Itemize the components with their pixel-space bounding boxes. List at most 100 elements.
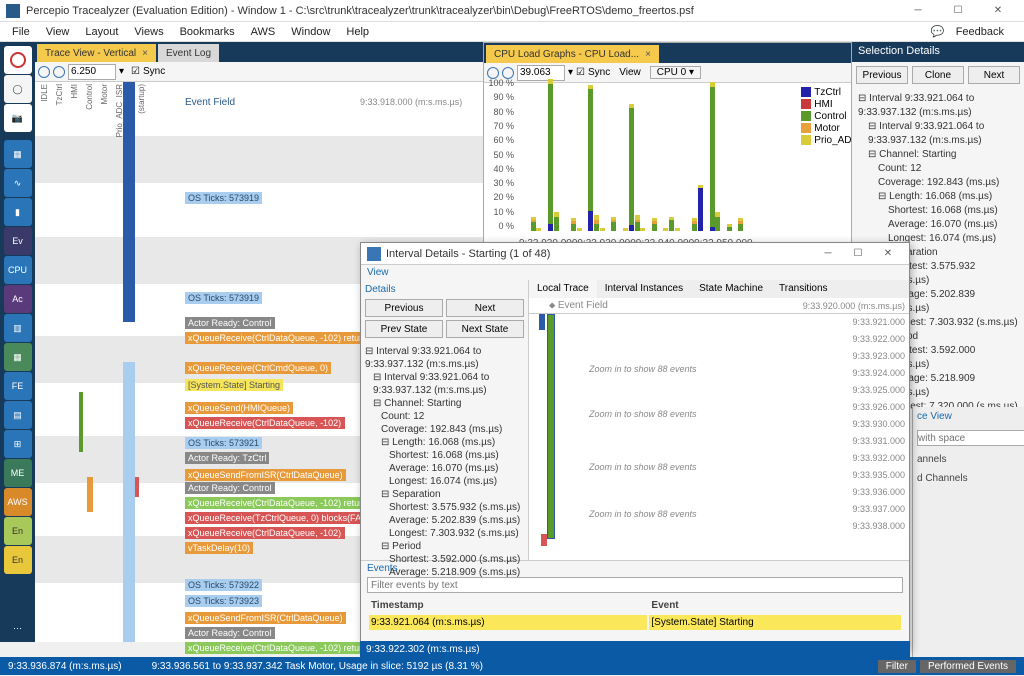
evt-qr1[interactable]: xQueueReceive(CtrlDataQueue, -102) retur… [185,332,385,344]
previous-button[interactable]: Previous [365,299,443,317]
tab-instances[interactable]: Interval Instances [597,280,691,298]
cpu-chart[interactable]: 0 %10 %20 %30 %40 %50 %60 %70 %80 %90 %1… [484,83,885,251]
circle-icon[interactable]: ◯ [4,75,32,103]
tool-grid[interactable]: ▦ [4,140,32,168]
minimize-button[interactable]: ─ [813,248,843,259]
tool-block[interactable]: ▮ [4,198,32,226]
next-button[interactable]: Next [446,299,524,317]
evt-qr4[interactable]: xQueueReceive(CtrlDataQueue, -102) retur… [185,497,385,509]
tool-seldep[interactable]: ▦ [4,343,32,371]
dialog-statusbar: 9:33.922.302 (m:s.ms.µs) [360,641,910,657]
evt-os5[interactable]: OS Ticks: 573923 [185,595,262,607]
record-icon[interactable] [4,46,32,74]
evt-os2[interactable]: OS Ticks: 573919 [185,292,262,304]
close-icon[interactable]: × [645,49,651,60]
mini-bar-control [547,314,555,539]
tool-cpu[interactable]: CPU [4,256,32,284]
tool-actor[interactable]: Ac [4,285,32,313]
evt-ready4[interactable]: Actor Ready: Control [185,627,275,639]
tab-local-trace[interactable]: Local Trace [529,280,597,298]
minimize-button[interactable]: ─ [898,1,938,21]
tool-mem[interactable]: ME [4,459,32,487]
filter-events-input[interactable] [367,577,903,593]
dialog-title: Interval Details - Starting (1 of 48) [386,248,813,260]
next-button[interactable]: Next [968,66,1020,84]
trace-bar-red [135,477,139,497]
dropdown-icon[interactable]: ▾ [568,67,573,78]
evt-qr2[interactable]: xQueueReceive(CtrlCmdQueue, 0) [185,362,331,374]
close-button[interactable]: ✕ [873,248,903,259]
clone-button[interactable]: Clone [912,66,964,84]
filter-input[interactable] [917,430,1024,446]
tab-trace[interactable]: Trace View - Vertical× [37,44,156,62]
tool-aws[interactable]: AWS [4,488,32,516]
previous-button[interactable]: Previous [856,66,908,84]
evt-ready2[interactable]: Actor Ready: TzCtrl [185,452,269,464]
evt-qr7[interactable]: xQueueReceive(CtrlDataQueue, -102) retur… [185,642,385,654]
zoom-out-icon[interactable] [502,67,514,79]
tool-bars[interactable]: ▥ [4,314,32,342]
menu-window[interactable]: Window [283,26,338,38]
filter-button[interactable]: Filter [878,660,916,673]
next-state-button[interactable]: Next State [446,320,524,338]
tool-more[interactable]: ⋯ [4,614,32,642]
menu-view[interactable]: View [38,26,78,38]
trace-bar-green [79,392,83,452]
zoom-in-icon[interactable] [487,67,499,79]
selection-title: Selection Details [852,42,1024,62]
evt-os1[interactable]: OS Ticks: 573919 [185,192,262,204]
evt-qr5[interactable]: xQueueReceive(TzCtrlQueue, 0) blocks(FAI… [185,512,375,524]
evt-ready1[interactable]: Actor Ready: Control [185,317,275,329]
maximize-button[interactable]: ☐ [843,248,873,259]
right-panel-fragment: ce View × annels d Channels [912,407,1024,675]
tab-transitions[interactable]: Transitions [771,280,836,298]
menu-bookmarks[interactable]: Bookmarks [172,26,243,38]
evt-qs[interactable]: xQueueSend(HMIQueue) [185,402,293,414]
evt-ready3[interactable]: Actor Ready: Control [185,482,275,494]
window-title: Percepio Tracealyzer (Evaluation Edition… [26,5,898,17]
menu-help[interactable]: Help [338,26,377,38]
zoom-in-icon[interactable] [38,66,50,78]
tool-entire1[interactable]: En [4,517,32,545]
close-icon[interactable]: × [142,48,148,59]
evt-qsf[interactable]: xQueueSendFromISR(CtrlDataQueue) [185,469,346,481]
trace-bar-orange [87,477,93,512]
app-icon [6,4,20,18]
tab-eventlog[interactable]: Event Log [158,44,219,62]
tab-state-machine[interactable]: State Machine [691,280,771,298]
evt-state[interactable]: [System.State] Starting [185,379,283,391]
sync-checkbox[interactable]: Sync [143,66,165,77]
evt-os3[interactable]: OS Ticks: 573921 [185,437,262,449]
menu-file[interactable]: File [4,26,38,38]
tool-fe[interactable]: FE [4,372,32,400]
maximize-button[interactable]: ☐ [938,1,978,21]
cpu-zoom-input[interactable] [517,65,565,81]
dialog-tree[interactable]: ⊟ Interval 9:33.921.064 to 9:33.937.132 … [365,341,524,596]
menu-aws[interactable]: AWS [243,26,284,38]
close-button[interactable]: ✕ [978,1,1018,21]
cpu-select[interactable]: CPU 0 ▾ [650,66,701,79]
evt-qr3[interactable]: xQueueReceive(CtrlDataQueue, -102) [185,417,345,429]
feedback-link[interactable]: 💬 Feedback [923,25,1020,38]
evt-qr6[interactable]: xQueueReceive(CtrlDataQueue, -102) [185,527,345,539]
tool-list[interactable]: ▤ [4,401,32,429]
dialog-mini-trace[interactable]: Local Trace Interval Instances State Mac… [529,280,909,560]
camera-icon[interactable]: 📷 [4,104,32,132]
menu-views[interactable]: Views [126,26,171,38]
tool-wave[interactable]: ∿ [4,169,32,197]
tool-tiles[interactable]: ⊞ [4,430,32,458]
zoom-input[interactable] [68,64,116,80]
evt-td[interactable]: vTaskDelay(10) [185,542,253,554]
titlebar: Percepio Tracealyzer (Evaluation Edition… [0,0,1024,22]
event-row[interactable]: 9:33.921.064 (m:s.ms.µs)[System.State] S… [369,615,901,630]
tab-cpu[interactable]: CPU Load Graphs - CPU Load...× [486,45,659,63]
performed-events-button[interactable]: Performed Events [920,660,1016,673]
dropdown-icon[interactable]: ▾ [119,66,124,77]
evt-qsf2[interactable]: xQueueSendFromISR(CtrlDataQueue) [185,612,346,624]
menu-layout[interactable]: Layout [77,26,126,38]
tool-events[interactable]: Ev [4,227,32,255]
prev-state-button[interactable]: Prev State [365,320,443,338]
tool-entire2[interactable]: En [4,546,32,574]
evt-os4[interactable]: OS Ticks: 573922 [185,579,262,591]
zoom-out-icon[interactable] [53,66,65,78]
